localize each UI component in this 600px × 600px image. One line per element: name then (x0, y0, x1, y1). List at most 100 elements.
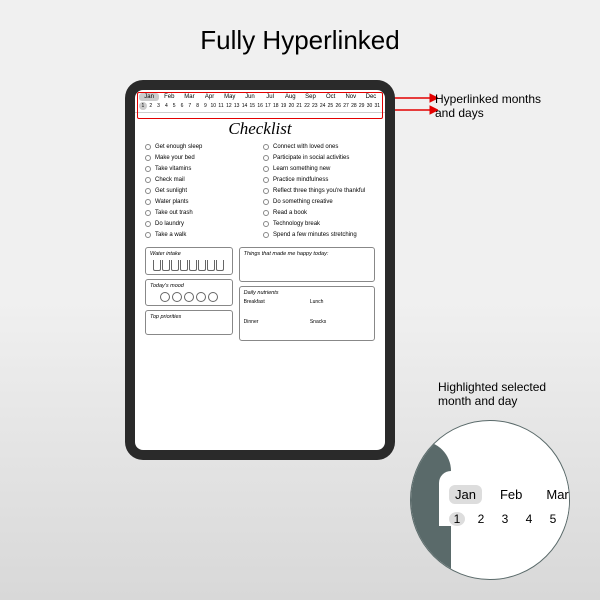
checkbox-icon[interactable] (145, 232, 151, 238)
checkbox-icon[interactable] (145, 210, 151, 216)
checklist-item[interactable]: Take out trash (145, 210, 257, 216)
day-link[interactable]: 21 (295, 102, 303, 110)
zoom-month[interactable]: Feb (494, 485, 528, 504)
day-link[interactable]: 10 (209, 102, 217, 110)
checklist-item[interactable]: Technology break (263, 221, 375, 227)
checklist-item[interactable]: Spend a few minutes stretching (263, 232, 375, 238)
checkbox-icon[interactable] (145, 199, 151, 205)
checklist-item[interactable]: Connect with loved ones (263, 144, 375, 150)
day-link[interactable]: 4 (162, 102, 170, 110)
day-link[interactable]: 27 (342, 102, 350, 110)
checklist-item[interactable]: Do something creative (263, 199, 375, 205)
checkbox-icon[interactable] (145, 177, 151, 183)
day-link[interactable]: 6 (178, 102, 186, 110)
checkbox-icon[interactable] (263, 188, 269, 194)
checklist-item[interactable]: Do laundry (145, 221, 257, 227)
cup-icon[interactable] (198, 260, 206, 271)
day-link[interactable]: 1 (139, 102, 147, 110)
day-link[interactable]: 30 (366, 102, 374, 110)
day-link[interactable]: 5 (170, 102, 178, 110)
month-link[interactable]: Sep (300, 93, 320, 101)
month-link[interactable]: Feb (159, 93, 179, 101)
checkbox-icon[interactable] (263, 144, 269, 150)
day-link[interactable]: 7 (186, 102, 194, 110)
cup-icon[interactable] (153, 260, 161, 271)
checklist-item[interactable]: Take a walk (145, 232, 257, 238)
checkbox-icon[interactable] (145, 166, 151, 172)
day-link[interactable]: 22 (303, 102, 311, 110)
checklist-item[interactable]: Learn something new (263, 166, 375, 172)
checklist-item[interactable]: Read a book (263, 210, 375, 216)
cup-icon[interactable] (207, 260, 215, 271)
face-icon[interactable] (172, 292, 182, 302)
day-link[interactable]: 25 (327, 102, 335, 110)
day-link[interactable]: 26 (334, 102, 342, 110)
cup-icon[interactable] (180, 260, 188, 271)
checkbox-icon[interactable] (145, 221, 151, 227)
checkbox-icon[interactable] (145, 155, 151, 161)
checkbox-icon[interactable] (263, 210, 269, 216)
day-link[interactable]: 13 (233, 102, 241, 110)
checklist-item[interactable]: Make your bed (145, 155, 257, 161)
month-link[interactable]: Dec (361, 93, 381, 101)
month-link[interactable]: Oct (321, 93, 341, 101)
checklist-item[interactable]: Water plants (145, 199, 257, 205)
cup-icon[interactable] (171, 260, 179, 271)
month-link[interactable]: Aug (280, 93, 300, 101)
day-link[interactable]: 16 (256, 102, 264, 110)
zoom-day[interactable]: 4 (521, 512, 537, 526)
face-icon[interactable] (184, 292, 194, 302)
cup-icon[interactable] (216, 260, 224, 271)
zoom-month[interactable]: Mar (540, 485, 570, 504)
checklist-item[interactable]: Practice mindfulness (263, 177, 375, 183)
checklist-item[interactable]: Get enough sleep (145, 144, 257, 150)
checkbox-icon[interactable] (263, 232, 269, 238)
month-link[interactable]: May (220, 93, 240, 101)
zoom-day[interactable]: 3 (497, 512, 513, 526)
day-link[interactable]: 19 (280, 102, 288, 110)
day-link[interactable]: 17 (264, 102, 272, 110)
checkbox-icon[interactable] (263, 155, 269, 161)
zoom-month[interactable]: Jan (449, 485, 482, 504)
day-link[interactable]: 15 (248, 102, 256, 110)
zoom-day[interactable]: 1 (449, 512, 465, 526)
month-link[interactable]: Jan (139, 93, 159, 101)
checkbox-icon[interactable] (263, 221, 269, 227)
cup-icon[interactable] (162, 260, 170, 271)
zoom-day[interactable]: 2 (473, 512, 489, 526)
checkbox-icon[interactable] (263, 166, 269, 172)
month-link[interactable]: Nov (341, 93, 361, 101)
checkbox-icon[interactable] (145, 188, 151, 194)
day-link[interactable]: 20 (287, 102, 295, 110)
day-link[interactable]: 2 (147, 102, 155, 110)
month-link[interactable]: Jun (240, 93, 260, 101)
day-link[interactable]: 11 (217, 102, 225, 110)
day-link[interactable]: 18 (272, 102, 280, 110)
checklist-item[interactable]: Take vitamins (145, 166, 257, 172)
day-link[interactable]: 29 (358, 102, 366, 110)
checklist-item[interactable]: Get sunlight (145, 188, 257, 194)
checklist-item[interactable]: Reflect three things you're thankful (263, 188, 375, 194)
face-icon[interactable] (196, 292, 206, 302)
day-link[interactable]: 14 (241, 102, 249, 110)
day-link[interactable]: 8 (194, 102, 202, 110)
checkbox-icon[interactable] (263, 199, 269, 205)
month-link[interactable]: Apr (200, 93, 220, 101)
checkbox-icon[interactable] (263, 177, 269, 183)
day-link[interactable]: 3 (155, 102, 163, 110)
day-link[interactable]: 24 (319, 102, 327, 110)
day-link[interactable]: 31 (373, 102, 381, 110)
checklist-item[interactable]: Check mail (145, 177, 257, 183)
face-icon[interactable] (208, 292, 218, 302)
month-link[interactable]: Mar (179, 93, 199, 101)
face-icon[interactable] (160, 292, 170, 302)
day-link[interactable]: 23 (311, 102, 319, 110)
checkbox-icon[interactable] (145, 144, 151, 150)
zoom-day[interactable]: 5 (545, 512, 561, 526)
cup-icon[interactable] (189, 260, 197, 271)
day-link[interactable]: 12 (225, 102, 233, 110)
checklist-item[interactable]: Participate in social activities (263, 155, 375, 161)
day-link[interactable]: 28 (350, 102, 358, 110)
month-link[interactable]: Jul (260, 93, 280, 101)
day-link[interactable]: 9 (202, 102, 210, 110)
